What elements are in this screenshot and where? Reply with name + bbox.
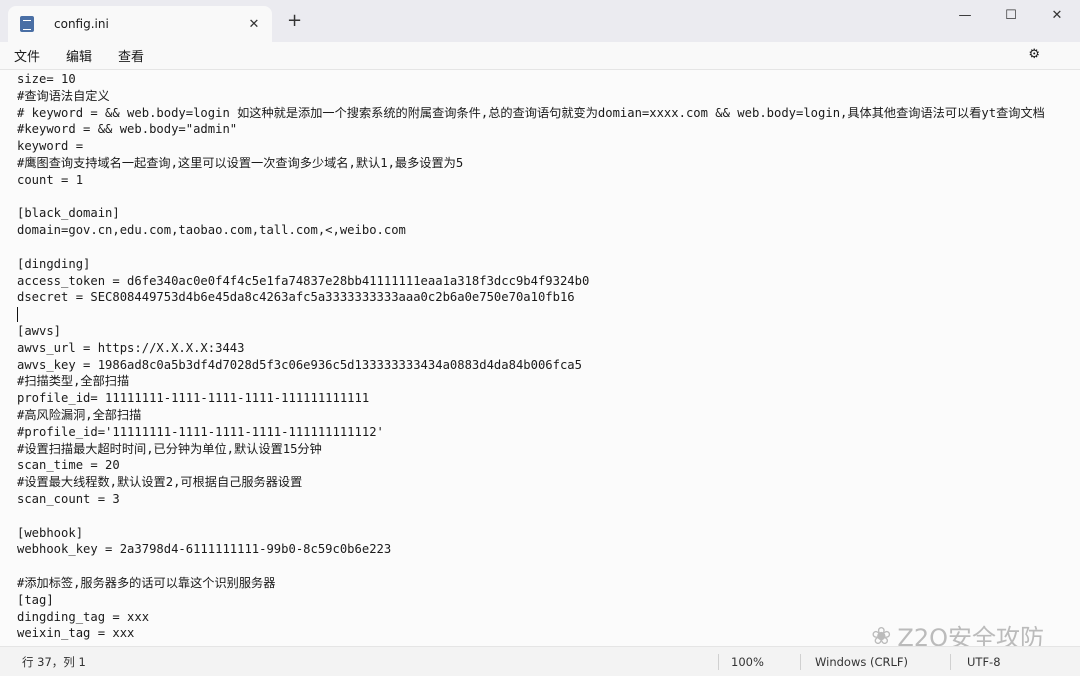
text-line: scan_count = 3 <box>17 491 120 506</box>
text-line: [tag] <box>17 592 54 607</box>
text-line: [awvs] <box>17 323 62 338</box>
text-line: [black_domain] <box>17 206 120 221</box>
cursor-position: 行 37，列 1 <box>22 654 86 669</box>
tab-config-ini[interactable]: config.ini ✕ <box>8 6 272 42</box>
text-line: #高风险漏洞,全部扫描 <box>17 407 142 422</box>
text-line: #添加标签,服务器多的话可以靠这个识别服务器 <box>17 575 276 590</box>
text-line: dsecret = SEC808449753d4b6e45da8c4263afc… <box>17 290 575 305</box>
gear-icon[interactable]: ⚙ <box>1028 47 1040 62</box>
menu-edit[interactable]: 编辑 <box>66 46 92 65</box>
text-line: #keyword = && web.body="admin" <box>17 122 238 137</box>
text-line: awvs_url = https://X.X.X.X:3443 <box>17 340 245 355</box>
title-bar: config.ini ✕ + — ☐ ✕ <box>0 0 1080 42</box>
text-line: domain=gov.cn,edu.com,taobao.com,tall.co… <box>17 223 406 238</box>
text-line <box>17 306 1062 323</box>
watermark: ❀ Z2O安全攻防 <box>871 618 1044 647</box>
text-line: count = 1 <box>17 172 84 187</box>
menu-file[interactable]: 文件 <box>14 46 40 65</box>
zoom-level[interactable]: 100% <box>731 655 764 669</box>
text-editor[interactable]: size= 10 #查询语法自定义 # keyword = && web.body=… <box>0 70 1080 646</box>
text-line <box>17 189 1062 206</box>
text-line: webhook_key = 2a3798d4-6111111111-99b0-8… <box>17 542 392 557</box>
maximize-button[interactable]: ☐ <box>988 0 1034 30</box>
tab-title: config.ini <box>54 17 109 31</box>
text-line: #鹰图查询支持域名一起查询,这里可以设置一次查询多少域名,默认1,最多设置为5 <box>17 155 464 170</box>
tab-close-button[interactable]: ✕ <box>242 17 266 32</box>
text-line: profile_id= 11111111-1111-1111-1111-1111… <box>17 391 370 406</box>
text-line: # keyword = && web.body=login 如这种就是添加一个搜… <box>17 105 1045 120</box>
text-line: #设置扫描最大超时时间,已分钟为单位,默认设置15分钟 <box>17 441 322 456</box>
text-line: [webhook] <box>17 525 84 540</box>
new-tab-button[interactable]: + <box>287 10 302 31</box>
text-line: [dingding] <box>17 256 91 271</box>
text-line: keyword = <box>17 139 84 154</box>
wechat-icon: ❀ <box>871 621 892 647</box>
encoding[interactable]: UTF-8 <box>967 655 1001 669</box>
line-ending[interactable]: Windows (CRLF) <box>815 655 908 669</box>
text-line: #设置最大线程数,默认设置2,可根据自己服务器设置 <box>17 475 303 490</box>
text-line <box>17 508 1062 525</box>
text-line: #profile_id='11111111-1111-1111-1111-111… <box>17 424 384 439</box>
close-button[interactable]: ✕ <box>1034 0 1080 30</box>
notepad-icon <box>20 16 34 32</box>
text-line: access_token = d6fe340ac0e0f4f4c5e1fa748… <box>17 273 590 288</box>
text-line: size= 10 <box>17 72 76 86</box>
text-cursor <box>17 307 18 323</box>
text-line <box>17 558 1062 575</box>
minimize-button[interactable]: — <box>942 0 988 30</box>
text-line: #扫描类型,全部扫描 <box>17 374 130 389</box>
text-line: scan_time = 20 <box>17 458 120 473</box>
menu-view[interactable]: 查看 <box>118 46 144 65</box>
menu-bar: 文件 编辑 查看 ⚙ <box>0 42 1080 70</box>
text-line: #查询语法自定义 <box>17 88 110 103</box>
text-line: awvs_key = 1986ad8c0a5b3df4d7028d5f3c06e… <box>17 357 582 372</box>
status-bar: 行 37，列 1 100% Windows (CRLF) UTF-8 <box>0 646 1080 676</box>
editor-content[interactable]: size= 10 #查询语法自定义 # keyword = && web.body=… <box>17 71 1062 642</box>
text-line <box>17 239 1062 256</box>
